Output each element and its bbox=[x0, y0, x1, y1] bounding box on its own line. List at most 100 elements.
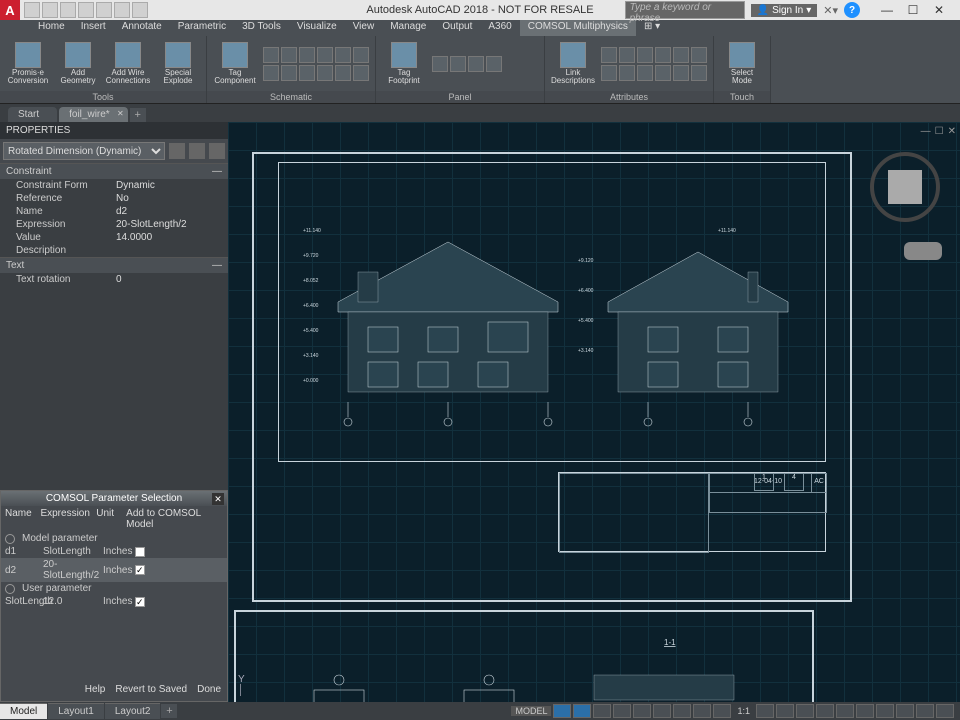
ribbon-small-icon[interactable] bbox=[281, 65, 297, 81]
ribbon-small-icon[interactable] bbox=[655, 47, 671, 63]
ribbon-small-icon[interactable] bbox=[673, 47, 689, 63]
qat-plot-icon[interactable] bbox=[96, 2, 112, 18]
3dosnap-icon[interactable] bbox=[653, 704, 671, 718]
add-geometry-button[interactable]: Add Geometry bbox=[56, 42, 100, 85]
viewcube[interactable] bbox=[870, 152, 940, 222]
ribbon-small-icon[interactable] bbox=[432, 56, 448, 72]
ribbon-small-icon[interactable] bbox=[299, 47, 315, 63]
done-button[interactable]: Done bbox=[197, 684, 221, 695]
ribbon-small-icon[interactable] bbox=[335, 47, 351, 63]
lineweight-icon[interactable] bbox=[693, 704, 711, 718]
revert-to-saved-button[interactable]: Revert to Saved bbox=[115, 684, 187, 695]
ribbon-small-icon[interactable] bbox=[317, 47, 333, 63]
ribbon-small-icon[interactable] bbox=[335, 65, 351, 81]
hardware-icon[interactable] bbox=[896, 704, 914, 718]
prop-expression[interactable]: Expression20-SlotLength/2 bbox=[0, 218, 228, 231]
maximize-button[interactable]: ☐ bbox=[906, 3, 920, 17]
ribbon-small-icon[interactable] bbox=[317, 65, 333, 81]
qat-save-icon[interactable] bbox=[60, 2, 76, 18]
ribbon-small-icon[interactable] bbox=[637, 65, 653, 81]
prop-reference[interactable]: ReferenceNo bbox=[0, 192, 228, 205]
nav-bar[interactable] bbox=[904, 242, 942, 260]
doc-minimize-icon[interactable]: — bbox=[921, 126, 931, 137]
customize-icon[interactable] bbox=[936, 704, 954, 718]
anno-scale[interactable]: 1:1 bbox=[733, 706, 754, 716]
ribbon-small-icon[interactable] bbox=[691, 65, 707, 81]
selectobjects-icon[interactable] bbox=[189, 143, 205, 159]
section-constraint[interactable]: Constraint— bbox=[0, 163, 228, 179]
qat-undo-icon[interactable] bbox=[114, 2, 130, 18]
comsol-check[interactable] bbox=[135, 565, 145, 575]
polar-icon[interactable] bbox=[613, 704, 631, 718]
ribbon-small-icon[interactable] bbox=[601, 47, 617, 63]
annomonitor-icon[interactable] bbox=[796, 704, 814, 718]
close-button[interactable]: ✕ bbox=[932, 3, 946, 17]
tag-component-button[interactable]: Tag Component bbox=[213, 42, 257, 85]
workspace-icon[interactable] bbox=[776, 704, 794, 718]
minimize-button[interactable]: — bbox=[880, 3, 894, 17]
layout-tab-layout2[interactable]: Layout2 bbox=[105, 703, 161, 719]
quickselect-icon[interactable] bbox=[169, 143, 185, 159]
prop-text-rotation[interactable]: Text rotation0 bbox=[0, 273, 228, 286]
tab-manage[interactable]: Manage bbox=[382, 20, 434, 36]
prop-description[interactable]: Description bbox=[0, 244, 228, 257]
signin-button[interactable]: 👤Sign In ▾ bbox=[751, 4, 818, 17]
comsol-row-d1[interactable]: d1SlotLengthInches bbox=[1, 545, 227, 558]
object-type-select[interactable]: Rotated Dimension (Dynamic) bbox=[3, 142, 165, 160]
grid-icon[interactable] bbox=[553, 704, 571, 718]
add-layout-button[interactable]: + bbox=[161, 704, 177, 718]
ribbon-small-icon[interactable] bbox=[353, 65, 369, 81]
ribbon-small-icon[interactable] bbox=[655, 65, 671, 81]
select-mode-button[interactable]: Select Mode bbox=[720, 42, 764, 85]
units-icon[interactable] bbox=[816, 704, 834, 718]
drawing-canvas[interactable]: —☐✕ bbox=[228, 122, 960, 702]
pickadd-icon[interactable] bbox=[209, 143, 225, 159]
add-wire-connections-button[interactable]: Add Wire Connections bbox=[106, 42, 150, 85]
tab-visualize[interactable]: Visualize bbox=[289, 20, 345, 36]
comsol-check[interactable] bbox=[135, 547, 145, 557]
doctab-foil_wire*[interactable]: foil_wire*✕ bbox=[59, 107, 128, 122]
tab-comsol-multiphysics[interactable]: COMSOL Multiphysics bbox=[520, 20, 636, 36]
ribbon-small-icon[interactable] bbox=[619, 47, 635, 63]
doc-maximize-icon[interactable]: ☐ bbox=[935, 126, 944, 137]
comsol-close-icon[interactable]: ✕ bbox=[212, 493, 224, 505]
ribbon-small-icon[interactable] bbox=[281, 47, 297, 63]
ribbon-small-icon[interactable] bbox=[637, 47, 653, 63]
link-descriptions-button[interactable]: Link Descriptions bbox=[551, 42, 595, 85]
layout-tab-model[interactable]: Model bbox=[0, 703, 47, 719]
help-icon[interactable]: ? bbox=[844, 2, 860, 18]
model-param-radio[interactable] bbox=[5, 534, 15, 544]
app-logo[interactable]: A bbox=[0, 0, 20, 20]
promis-e-conversion-button[interactable]: Promis·e Conversion bbox=[6, 42, 50, 85]
special-explode-button[interactable]: Special Explode bbox=[156, 42, 200, 85]
ribbon-small-icon[interactable] bbox=[263, 47, 279, 63]
doctab-start[interactable]: Start bbox=[8, 107, 57, 122]
tab-parametric[interactable]: Parametric bbox=[170, 20, 234, 36]
isolate-icon[interactable] bbox=[876, 704, 894, 718]
tab-3d-tools[interactable]: 3D Tools bbox=[234, 20, 289, 36]
comsol-row-d2[interactable]: d220-SlotLength/2Inches bbox=[1, 558, 227, 582]
tab-insert[interactable]: Insert bbox=[73, 20, 114, 36]
transparency-icon[interactable] bbox=[713, 704, 731, 718]
ribbon-small-icon[interactable] bbox=[353, 47, 369, 63]
comsol-check[interactable] bbox=[135, 597, 145, 607]
otrack-icon[interactable] bbox=[673, 704, 691, 718]
ribbon-small-icon[interactable] bbox=[299, 65, 315, 81]
ribbon-small-icon[interactable] bbox=[468, 56, 484, 72]
help-button[interactable]: Help bbox=[85, 684, 106, 695]
prop-value[interactable]: Value14.0000 bbox=[0, 231, 228, 244]
qat-saveas-icon[interactable] bbox=[78, 2, 94, 18]
exchange-icon[interactable]: ✕▾ bbox=[823, 4, 838, 17]
tab-annotate[interactable]: Annotate bbox=[114, 20, 170, 36]
doctab-close-icon[interactable]: ✕ bbox=[117, 109, 124, 118]
annoscale-icon[interactable] bbox=[756, 704, 774, 718]
tag-footprint-button[interactable]: Tag Footprint bbox=[382, 42, 426, 85]
user-param-radio[interactable] bbox=[5, 584, 15, 594]
section-text[interactable]: Text— bbox=[0, 257, 228, 273]
ribbon-small-icon[interactable] bbox=[601, 65, 617, 81]
cleanscreen-icon[interactable] bbox=[916, 704, 934, 718]
tab-output[interactable]: Output bbox=[434, 20, 480, 36]
prop-name[interactable]: Named2 bbox=[0, 205, 228, 218]
ribbon-small-icon[interactable] bbox=[673, 65, 689, 81]
qat-open-icon[interactable] bbox=[42, 2, 58, 18]
